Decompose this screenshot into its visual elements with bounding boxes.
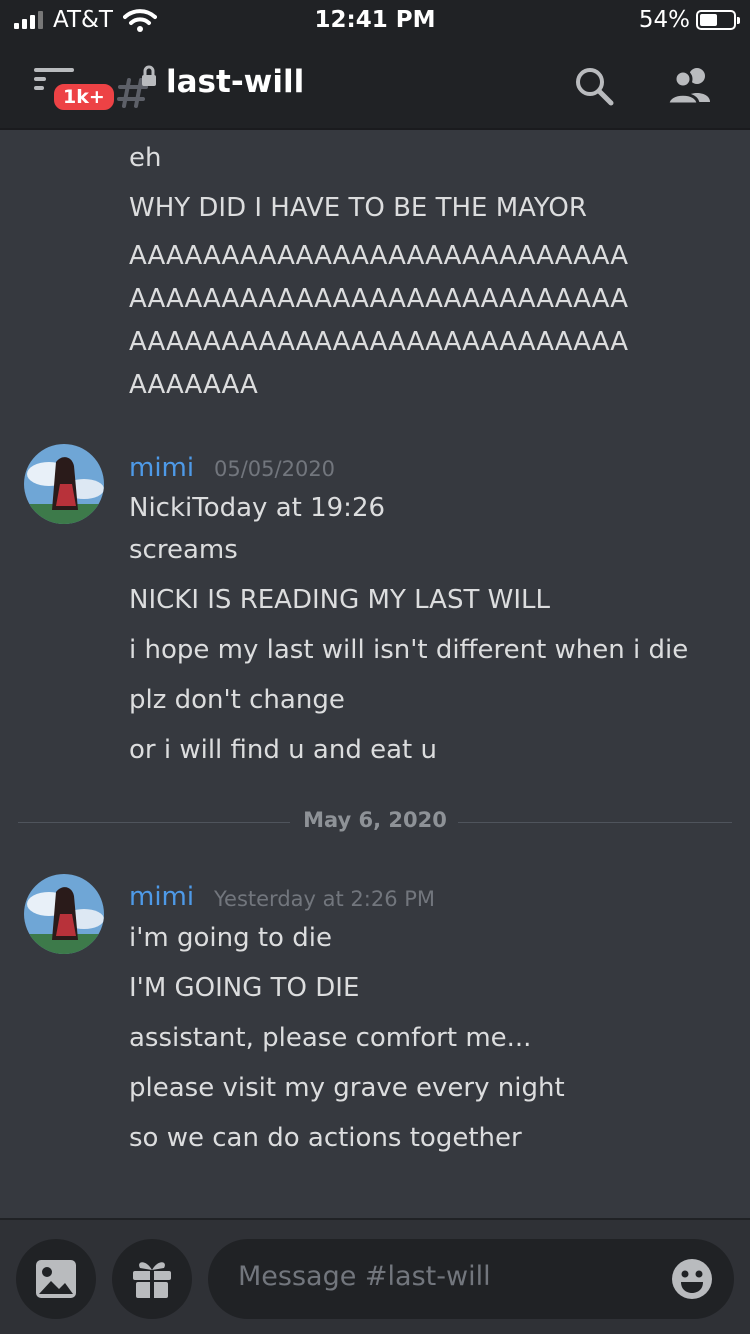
message-line: I'M GOING TO DIE: [129, 973, 360, 1003]
message-line: AAAAAAAAAAAAAAAAAAAAAAAAAAA: [129, 327, 629, 357]
message-line: or i will find u and eat u: [129, 735, 437, 765]
message-timestamp: 05/05/2020: [214, 457, 336, 481]
gift-button[interactable]: [112, 1239, 192, 1319]
message-line: AAAAAAAAAAAAAAAAAAAAAAAAAAA: [129, 241, 629, 271]
avatar[interactable]: [24, 874, 104, 954]
message-line: AAAAAAAAAAAAAAAAAAAAAAAAAAA: [129, 284, 629, 314]
message-line: i hope my last will isn't different when…: [129, 635, 689, 665]
date-divider-label: May 6, 2020: [303, 808, 447, 832]
message-list[interactable]: eh WHY DID I HAVE TO BE THE MAYOR AAAAAA…: [0, 130, 750, 1218]
locked-hash-icon: [117, 65, 156, 108]
members-icon[interactable]: [664, 64, 716, 108]
message-line: eh: [129, 143, 162, 173]
battery-percent: 54%: [638, 7, 690, 33]
message-line: so we can do actions together: [129, 1123, 522, 1153]
avatar[interactable]: [24, 444, 104, 524]
message-line: i'm going to die: [129, 923, 332, 953]
date-divider: May 6, 2020: [18, 808, 732, 832]
unread-badge: 1k+: [50, 80, 118, 114]
gift-icon: [133, 1262, 171, 1298]
message-author[interactable]: mimi: [129, 453, 194, 483]
channel-header: 1k+ last-will: [0, 42, 750, 130]
message-line: WHY DID I HAVE TO BE THE MAYOR: [129, 193, 587, 223]
message-line: NickiToday at 19:26: [129, 493, 386, 523]
message-line: NICKI IS READING MY LAST WILL: [129, 585, 550, 615]
emoji-icon[interactable]: [670, 1257, 714, 1301]
clock: 12:41 PM: [314, 7, 436, 33]
battery: 54%: [638, 7, 740, 33]
message-timestamp: Yesterday at 2:26 PM: [214, 887, 436, 911]
message-line: AAAAAAA: [129, 370, 258, 400]
message-composer: Message #last-will: [0, 1218, 750, 1334]
status-bar: AT&T 12:41 PM 54%: [0, 0, 750, 42]
image-button[interactable]: [16, 1239, 96, 1319]
message-author[interactable]: mimi: [129, 882, 194, 912]
message-line: assistant, please comfort me...: [129, 1023, 532, 1053]
message-line: please visit my grave every night: [129, 1073, 565, 1103]
search-icon[interactable]: [572, 64, 616, 108]
message-line: screams: [129, 535, 238, 565]
message-input-placeholder: Message #last-will: [238, 1261, 491, 1292]
image-icon: [36, 1260, 76, 1298]
message-line: plz don't change: [129, 685, 345, 715]
channel-title: last-will: [166, 64, 305, 100]
message-input[interactable]: Message #last-will: [208, 1239, 734, 1319]
battery-icon: [696, 10, 740, 30]
